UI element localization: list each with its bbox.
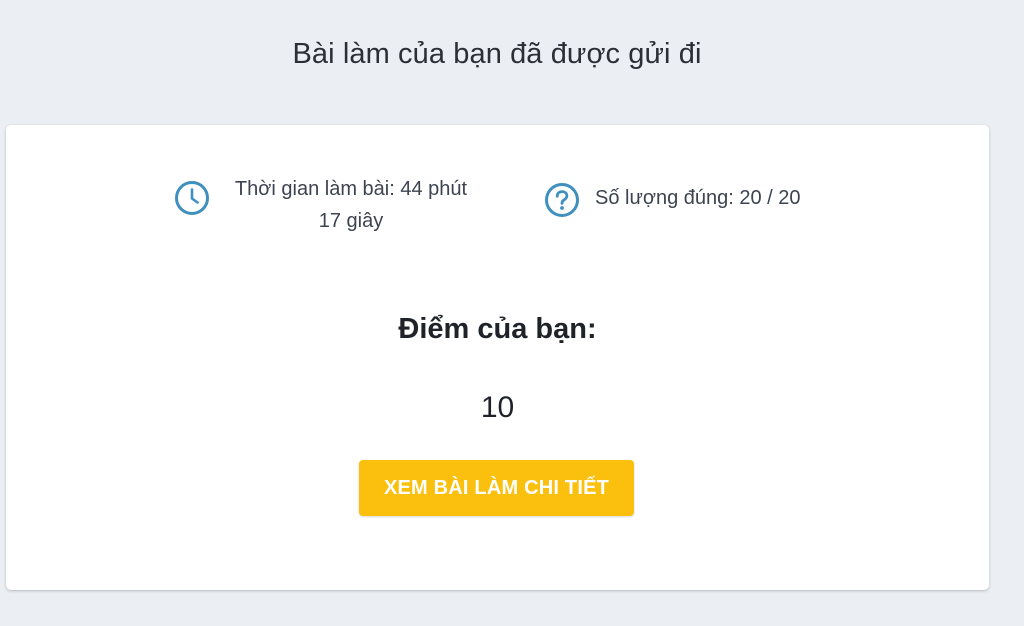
score-value: 10 bbox=[480, 391, 515, 424]
clock-icon bbox=[173, 179, 211, 217]
result-card: Thời gian làm bài: 44 phút 17 giây Số lư… bbox=[6, 125, 989, 590]
time-stat-line2: 17 giây bbox=[318, 210, 384, 232]
score-label: Điểm của bạn: bbox=[398, 313, 597, 345]
view-detail-button[interactable]: XEM BÀI LÀM CHI TIẾT bbox=[359, 460, 634, 516]
question-circle-icon bbox=[543, 181, 581, 219]
time-stat-line1: Thời gian làm bài: 44 phút bbox=[234, 178, 468, 200]
correct-count-text: Số lượng đúng: 20 / 20 bbox=[595, 187, 801, 209]
stats-row: Thời gian làm bài: 44 phút 17 giây Số lư… bbox=[6, 173, 989, 243]
page-title: Bài làm của bạn đã được gửi đi bbox=[292, 38, 702, 70]
time-stat: Thời gian làm bài: 44 phút 17 giây bbox=[173, 173, 485, 237]
time-stat-text: Thời gian làm bài: 44 phút 17 giây bbox=[217, 173, 485, 237]
correct-count-stat: Số lượng đúng: 20 / 20 bbox=[543, 181, 801, 219]
